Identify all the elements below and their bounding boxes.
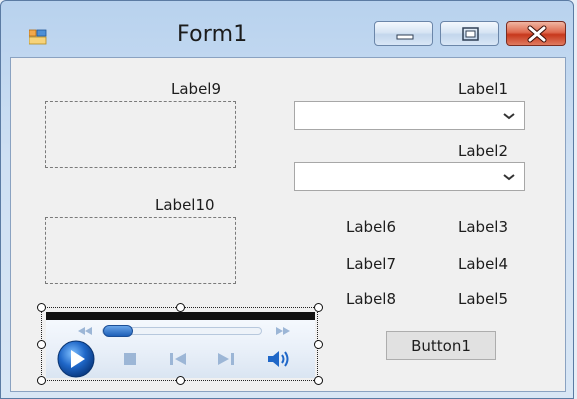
combobox-1[interactable] [294,101,525,130]
label2: Label2 [458,142,509,160]
play-button[interactable] [54,339,98,379]
label10: Label10 [155,196,215,214]
media-player-body [46,312,315,378]
resize-handle-top-left[interactable] [37,303,46,312]
label9: Label9 [171,80,222,98]
title-bar[interactable]: Form1 [1,1,573,57]
volume-icon[interactable] [266,350,290,368]
resize-handle-bottom-right[interactable] [314,376,323,385]
close-button[interactable] [506,21,566,46]
close-icon [527,25,547,43]
seek-bar[interactable] [102,325,262,337]
rewind-icon [78,327,92,335]
picture-box-1[interactable] [45,101,236,168]
label5: Label5 [458,290,509,308]
label3: Label3 [458,218,509,236]
picture-box-2[interactable] [45,217,236,284]
label8: Label8 [346,290,397,308]
label6: Label6 [346,218,397,236]
window-title: Form1 [177,22,248,47]
resize-handle-top-right[interactable] [314,303,323,312]
maximize-button[interactable] [440,21,499,46]
button1[interactable]: Button1 [386,331,496,360]
resize-handle-left[interactable] [37,340,46,349]
combobox-2[interactable] [294,162,525,191]
minimize-icon [396,34,414,40]
previous-track-icon[interactable] [170,353,186,365]
resize-handle-right[interactable] [314,340,323,349]
label1: Label1 [458,80,509,98]
resize-handle-top[interactable] [176,303,185,312]
chevron-down-icon [503,174,515,181]
chevron-down-icon [503,113,515,120]
resize-handle-bottom[interactable] [176,376,185,385]
media-player-control[interactable] [37,303,323,385]
video-area [46,312,315,320]
form-app-icon [29,29,47,45]
seek-bar-thumb[interactable] [103,325,133,337]
label4: Label4 [458,255,509,273]
resize-handle-bottom-left[interactable] [37,376,46,385]
minimize-button[interactable] [374,21,433,46]
stop-icon[interactable] [124,353,136,365]
maximize-icon [462,27,479,41]
next-track-icon[interactable] [218,353,234,365]
label7: Label7 [346,255,397,273]
fast-forward-icon [276,327,290,335]
